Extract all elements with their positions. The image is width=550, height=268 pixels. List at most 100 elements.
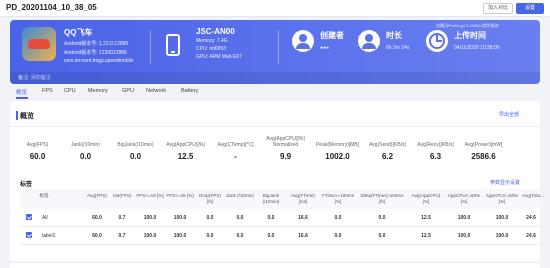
tab-bar: 概览 FPS CPU Memory GPU Network Battery bbox=[10, 86, 540, 99]
export-all-link[interactable]: 导出全部 bbox=[499, 111, 519, 118]
row-checkbox[interactable] bbox=[26, 214, 32, 220]
table-cell: 100.0 bbox=[173, 215, 187, 221]
table-cell: 12.5 bbox=[421, 233, 431, 239]
metric-label: Jank(/10min) bbox=[71, 142, 100, 148]
column-header[interactable]: Avg(FTime) [ms] bbox=[288, 193, 318, 205]
phone-icon bbox=[166, 34, 180, 56]
column-header[interactable]: AppCPU<=80% [%] bbox=[484, 193, 520, 205]
row-label: All bbox=[42, 215, 48, 221]
table-cell: 24.6 bbox=[526, 233, 536, 239]
user-icon bbox=[292, 30, 314, 52]
metric-label: Avg(AppCPU)[%] bbox=[166, 142, 205, 148]
tab-memory[interactable]: Memory bbox=[88, 88, 108, 94]
metric-label: BigJank(/10min) bbox=[117, 142, 154, 148]
upload-stat: 上传时间 04/11/2020 10:38:06 bbox=[454, 30, 500, 51]
metric-peak-memory: Peak(Memory)[MB] 1002.0 bbox=[310, 134, 365, 161]
table-cell: 16.6 bbox=[298, 215, 308, 221]
metric-value: 12.5 bbox=[177, 152, 194, 161]
note-field[interactable]: 备注: 添加备注 bbox=[18, 74, 51, 81]
metric-send: Avg(Send)[KB/s] 6.2 bbox=[360, 134, 415, 161]
column-header[interactable]: AppCPU<=60% [%] bbox=[446, 193, 482, 205]
metric-value: 1002.0 bbox=[325, 152, 350, 161]
row-checkbox[interactable] bbox=[26, 232, 32, 238]
device-info: JSC-AN00 Memory: 7.4G CPU: mt6853 GPU: A… bbox=[196, 27, 242, 60]
tab-cpu[interactable]: CPU bbox=[64, 88, 76, 94]
table-cell: 0.0 bbox=[334, 215, 342, 221]
app-version: Android版本号: 1.22.0.12885 bbox=[64, 41, 129, 47]
device-name: JSC-AN00 bbox=[196, 27, 235, 36]
app-info: QQ飞车 Android版本号: 1.22.0.12885 Android版本号… bbox=[64, 27, 133, 64]
divider bbox=[278, 30, 279, 64]
column-header[interactable]: Jank (/10min) bbox=[226, 193, 254, 199]
column-header[interactable]: Drop(FPS) [/h] bbox=[196, 193, 224, 205]
creator-stat: 创建者 ●●● bbox=[320, 30, 344, 51]
app-name: QQ飞车 bbox=[64, 28, 93, 37]
creator-value: ●●● bbox=[320, 45, 330, 51]
table-cell: 12.5 bbox=[421, 215, 431, 221]
metric-value: 2586.6 bbox=[471, 152, 496, 161]
upload-value: 04/11/2020 10:38:06 bbox=[454, 45, 500, 51]
table-cell: 100.0 bbox=[457, 215, 471, 221]
row-label: label1 bbox=[42, 233, 56, 239]
column-header[interactable]: Avg(Tota... bbox=[522, 193, 544, 199]
metric-value: 60.0 bbox=[29, 152, 46, 161]
metric-jank: Jank(/10min) 0.0 bbox=[58, 134, 113, 161]
column-header[interactable]: Var(FPS) bbox=[110, 193, 134, 199]
app-version-code: Android版本号: 1220012885 bbox=[64, 50, 127, 56]
metric-value: 9.9 bbox=[279, 152, 292, 161]
column-header[interactable]: Delta(FTime)>100ms [/h] bbox=[358, 193, 406, 205]
metric-label: Avg(AppCPU)[%] Normalized bbox=[266, 136, 305, 148]
settings-button[interactable]: 设置 bbox=[516, 3, 544, 14]
upload-label: 上传时间 bbox=[454, 31, 486, 40]
clock-icon bbox=[426, 30, 448, 52]
join-compare-button[interactable]: 加入对比 bbox=[483, 3, 513, 14]
app-icon bbox=[22, 27, 56, 61]
device-memory: Memory: 7.4G bbox=[196, 38, 228, 44]
tab-battery[interactable]: Battery bbox=[181, 88, 198, 94]
table-cell: 100.0 bbox=[143, 215, 157, 221]
creator-label: 创建者 bbox=[320, 31, 344, 40]
note-placeholder[interactable]: 添加备注 bbox=[31, 75, 51, 81]
column-header: 标签 bbox=[39, 193, 49, 198]
report-title: PD_20201104_10_38_05 bbox=[6, 3, 97, 12]
column-header[interactable]: FPS>=25 [%] bbox=[166, 193, 194, 199]
column-header[interactable]: FPS>=18 [%] bbox=[136, 193, 164, 199]
column-header[interactable]: Avg(FPS) bbox=[84, 193, 110, 199]
table-cell: 0.0 bbox=[334, 233, 342, 239]
table-cell: 16.6 bbox=[298, 233, 308, 239]
metric-label: Avg(Recv)[KB/s] bbox=[417, 142, 454, 148]
section-accent bbox=[16, 111, 18, 120]
table-cell: 0.7 bbox=[118, 233, 126, 239]
metric-avg-fps: Avg(FPS) 60.0 bbox=[10, 134, 65, 161]
duration-value: 0h 2m 24s bbox=[386, 45, 410, 51]
table-cell: 0.0 bbox=[206, 215, 214, 221]
column-header[interactable]: FTime>=100ms [%] bbox=[320, 193, 356, 205]
divider bbox=[150, 30, 151, 64]
metric-app-cpu: Avg(AppCPU)[%] 12.5 bbox=[158, 134, 213, 161]
labels-title: 标签 bbox=[20, 182, 33, 188]
column-header[interactable]: BigJank (/10min) bbox=[256, 193, 286, 205]
tab-fps[interactable]: FPS bbox=[42, 88, 53, 94]
metric-value: 6.3 bbox=[429, 152, 442, 161]
next-card-edge bbox=[10, 263, 540, 268]
table-cell: 0.7 bbox=[118, 215, 126, 221]
table-cell: 100.0 bbox=[457, 233, 471, 239]
metric-label: Avg(CTemp)[°C] bbox=[217, 142, 254, 148]
tab-network[interactable]: Network bbox=[146, 88, 166, 94]
table-header: 标签 Avg(FPS) Var(FPS) FPS>=18 [%] FPS>=25… bbox=[20, 189, 544, 209]
column-header[interactable]: Avg(AppCPU) [%] bbox=[408, 193, 444, 205]
metric-label: Avg(Send)[KB/s] bbox=[369, 142, 406, 148]
tab-overview[interactable]: 概览 bbox=[16, 88, 27, 96]
tab-gpu[interactable]: GPU bbox=[122, 88, 134, 94]
table-row[interactable]: label1 60.0 0.7 100.0 100.0 0.0 0.0 0.0 … bbox=[20, 227, 540, 245]
duration-label: 时长 bbox=[386, 31, 402, 40]
table-cell: 100.0 bbox=[495, 233, 509, 239]
metric-recv: Avg(Recv)[KB/s] 6.3 bbox=[408, 134, 463, 161]
table-row[interactable]: All 60.0 0.7 100.0 100.0 0.0 0.0 0.0 16.… bbox=[20, 209, 540, 227]
note-strip: 备注: 添加备注 bbox=[10, 72, 540, 84]
table-cell: 0.0 bbox=[378, 215, 386, 221]
table-cell: 60.0 bbox=[92, 233, 102, 239]
perfdog-note: 由腾讯PerfDog4.3.200924提供服务 bbox=[436, 23, 499, 28]
param-settings-link[interactable]: 参数显示设置 bbox=[490, 179, 520, 186]
metric-value: 6.2 bbox=[381, 152, 394, 161]
